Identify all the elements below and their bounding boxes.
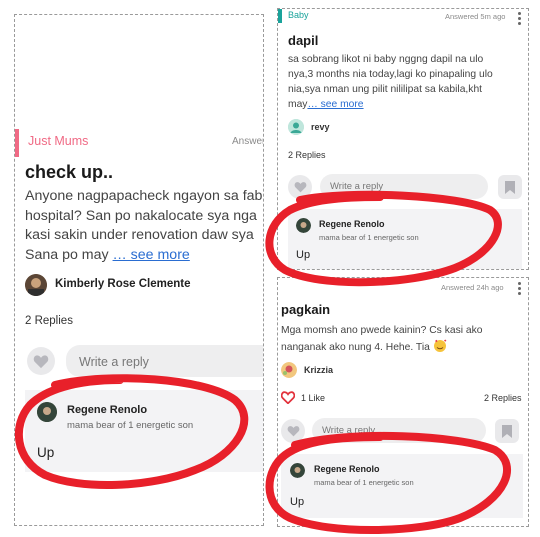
commenter-avatar-image: [37, 402, 57, 422]
post-title[interactable]: check up..: [25, 162, 113, 183]
commenter-subtitle: mama bear of 1 energetic son: [319, 233, 419, 242]
author-name[interactable]: Kimberly Rose Clemente: [55, 278, 191, 290]
bookmark-icon: [505, 180, 515, 194]
author-name[interactable]: Krizzia: [304, 365, 333, 375]
post-body[interactable]: sa sobrang likot ni baby nggng dapil na …: [288, 52, 528, 112]
like-button[interactable]: [288, 175, 312, 199]
heart-icon: [33, 354, 49, 368]
commenter-avatar[interactable]: [296, 218, 311, 233]
commenter-name[interactable]: Regene Renolo: [314, 464, 380, 474]
commenter-avatar[interactable]: [37, 402, 57, 422]
like-button[interactable]: [27, 347, 55, 375]
write-reply-input[interactable]: Write a reply: [312, 418, 486, 443]
commenter-name[interactable]: Regene Renolo: [67, 404, 147, 416]
hearts-face-emoji-icon: [433, 339, 447, 353]
comment-text: Up: [37, 445, 55, 460]
replies-count[interactable]: 2 Replies: [25, 315, 73, 327]
answered-time: Answered 5m ago: [445, 12, 506, 21]
more-options-icon[interactable]: [518, 282, 522, 297]
write-reply-input[interactable]: Write a reply: [66, 345, 263, 377]
commenter-subtitle: mama bear of 1 energetic son: [314, 478, 414, 487]
author-avatar-image: [25, 274, 47, 296]
commenter-subtitle: mama bear of 1 energetic son: [67, 420, 194, 431]
see-more-link[interactable]: … see more: [113, 247, 190, 263]
comment-card: Regene Renolo mama bear of 1 energetic s…: [281, 454, 523, 518]
replies-count[interactable]: 2 Replies: [288, 150, 326, 160]
see-more-link[interactable]: … see more: [307, 99, 363, 110]
commenter-avatar-image: [290, 463, 305, 478]
category-bar: [15, 129, 19, 157]
answered-time: Answer: [232, 136, 264, 147]
liked-heart-icon[interactable]: [280, 391, 296, 409]
author-avatar-image: [281, 362, 297, 378]
heart-icon: [287, 426, 299, 437]
like-button[interactable]: [281, 419, 305, 443]
heart-icon: [294, 182, 306, 193]
category-label[interactable]: Baby: [288, 10, 309, 20]
likes-count[interactable]: 1 Like: [301, 393, 325, 403]
write-reply-input[interactable]: Write a reply: [320, 174, 488, 199]
commenter-avatar-image: [296, 218, 311, 233]
user-icon: [288, 119, 304, 135]
author-avatar[interactable]: [25, 274, 47, 296]
comment-text: Up: [296, 249, 311, 261]
more-options-icon[interactable]: [518, 12, 522, 27]
author-avatar[interactable]: [281, 362, 297, 378]
replies-count[interactable]: 2 Replies: [484, 393, 522, 403]
post-title[interactable]: pagkain: [281, 302, 330, 317]
post-body[interactable]: Anyone nagpapacheck ngayon sa fab hospit…: [25, 187, 263, 265]
author-name[interactable]: revy: [311, 122, 330, 132]
post-title[interactable]: dapil: [288, 33, 318, 48]
comment-card: Regene Renolo mama bear of 1 energetic s…: [25, 390, 263, 472]
comment-text: Up: [290, 496, 305, 508]
bookmark-icon: [502, 424, 512, 438]
category-bar: [278, 9, 282, 23]
author-avatar[interactable]: [288, 119, 304, 135]
post-card-dapil: Baby Answered 5m ago dapil sa sobrang li…: [277, 8, 529, 270]
category-label[interactable]: Just Mums: [28, 134, 88, 148]
post-body-text: Mga momsh ano pwede kainin? Cs kasi ako …: [281, 325, 483, 353]
commenter-name[interactable]: Regene Renolo: [319, 219, 385, 229]
bookmark-button[interactable]: [495, 419, 519, 443]
comment-card: Regene Renolo mama bear of 1 energetic s…: [288, 209, 522, 269]
post-card-check-up: Just Mums Answer check up.. Anyone nagpa…: [14, 14, 264, 526]
bookmark-button[interactable]: [498, 175, 522, 199]
commenter-avatar[interactable]: [290, 463, 305, 478]
post-body[interactable]: Mga momsh ano pwede kainin? Cs kasi ako …: [281, 323, 527, 355]
post-card-pagkain: Answered 24h ago pagkain Mga momsh ano p…: [277, 277, 529, 527]
answered-time: Answered 24h ago: [441, 283, 504, 292]
